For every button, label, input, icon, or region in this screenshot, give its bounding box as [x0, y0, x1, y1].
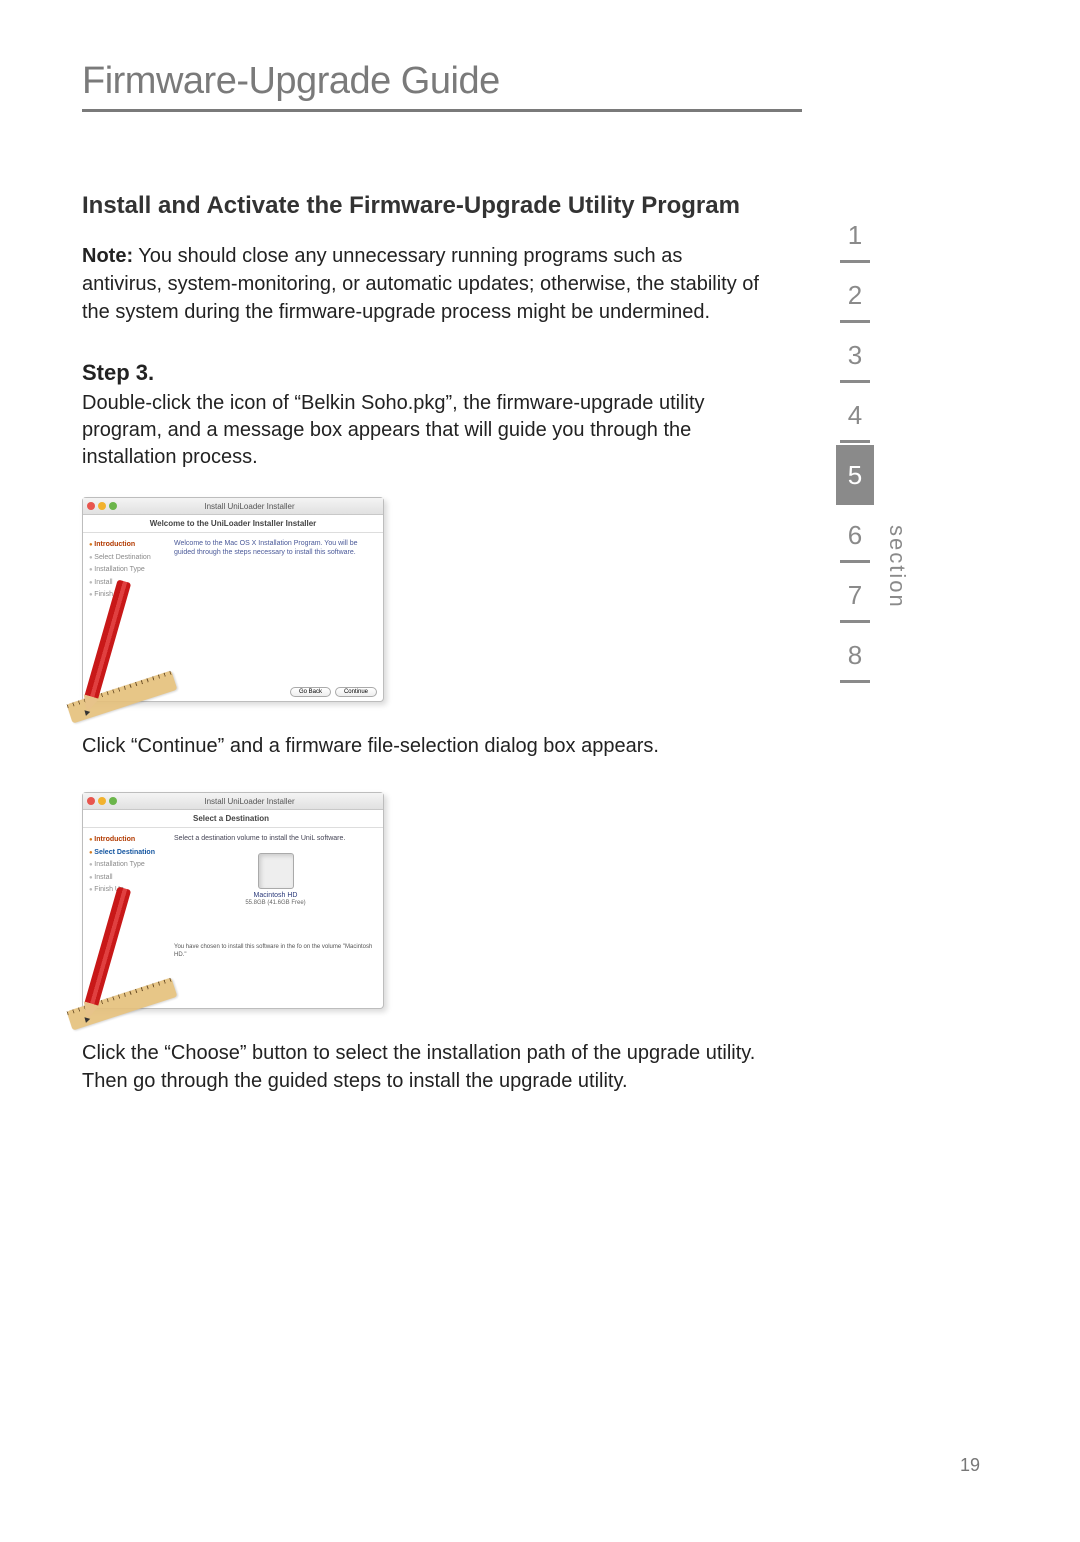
installer-content: Select a destination volume to install t… [168, 828, 383, 1008]
close-icon [87, 502, 95, 510]
sidebar-item-type: Installation Type [89, 859, 164, 872]
section-nav-item-5[interactable]: 5 [836, 445, 874, 505]
paragraph-after-img-1: Click “Continue” and a firmware file-sel… [82, 732, 762, 760]
page-number: 19 [960, 1455, 980, 1476]
section-nav-item-8[interactable]: 8 [836, 625, 874, 685]
continue-button: Continue [335, 687, 377, 697]
installer-screenshot-2: Install UniLoader Installer Select a Des… [82, 792, 384, 1009]
paragraph-after-img-2: Click the “Choose” button to select the … [82, 1039, 762, 1095]
section-nav-item-2[interactable]: 2 [836, 265, 874, 325]
note-label: Note: [82, 245, 133, 267]
destination-chosen-text: You have chosen to install this software… [174, 944, 377, 960]
window-titlebar: Install UniLoader Installer [83, 498, 383, 515]
close-icon [87, 797, 95, 805]
installer-content: Welcome to the Mac OS X Installation Pro… [168, 533, 383, 701]
sidebar-item-introduction: Introduction [89, 834, 164, 847]
go-back-button: Go Back [290, 687, 331, 697]
harddrive-icon [258, 853, 294, 889]
sidebar-item-introduction: Introduction [89, 539, 164, 552]
window-subtitle: Welcome to the UniLoader Installer Insta… [83, 515, 383, 533]
destination-prompt: Select a destination volume to install t… [174, 834, 377, 843]
sidebar-item-destination: Select Destination [89, 847, 164, 860]
sidebar-item-finish: Finish Up [89, 884, 164, 897]
installer-welcome-text: Welcome to the Mac OS X Installation Pro… [174, 539, 377, 557]
section-heading: Install and Activate the Firmware-Upgrad… [82, 192, 762, 220]
minimize-icon [98, 797, 106, 805]
note-paragraph: Note: You should close any unnecessary r… [82, 242, 762, 326]
harddrive-name: Macintosh HD [174, 891, 377, 900]
window-title: Install UniLoader Installer [120, 502, 379, 511]
sidebar-item-destination: Select Destination [89, 552, 164, 565]
installer-sidebar: Introduction Select Destination Installa… [83, 533, 168, 701]
section-nav: 12345678 section [836, 205, 910, 685]
window-subtitle: Select a Destination [83, 810, 383, 828]
zoom-icon [109, 797, 117, 805]
section-nav-item-6[interactable]: 6 [836, 505, 874, 565]
installer-sidebar: Introduction Select Destination Installa… [83, 828, 168, 1008]
window-titlebar: Install UniLoader Installer [83, 793, 383, 810]
step-body: Double-click the icon of “Belkin Soho.pk… [82, 390, 762, 471]
sidebar-item-install: Install [89, 577, 164, 590]
note-text: You should close any unnecessary running… [82, 245, 759, 323]
section-nav-item-1[interactable]: 1 [836, 205, 874, 265]
sidebar-item-install: Install [89, 872, 164, 885]
zoom-icon [109, 502, 117, 510]
page-title: Firmware-Upgrade Guide [82, 60, 802, 112]
section-nav-item-7[interactable]: 7 [836, 565, 874, 625]
step-title: Step 3. [82, 360, 762, 386]
sidebar-item-finish: Finish Up [89, 589, 164, 602]
window-title: Install UniLoader Installer [120, 797, 379, 806]
section-nav-item-3[interactable]: 3 [836, 325, 874, 385]
minimize-icon [98, 502, 106, 510]
harddrive-stats: 55.8GB (41.6GB Free) [174, 900, 377, 908]
section-nav-item-4[interactable]: 4 [836, 385, 874, 445]
sidebar-item-type: Installation Type [89, 564, 164, 577]
section-label: section [884, 525, 910, 609]
installer-screenshot-1: Install UniLoader Installer Welcome to t… [82, 497, 384, 702]
